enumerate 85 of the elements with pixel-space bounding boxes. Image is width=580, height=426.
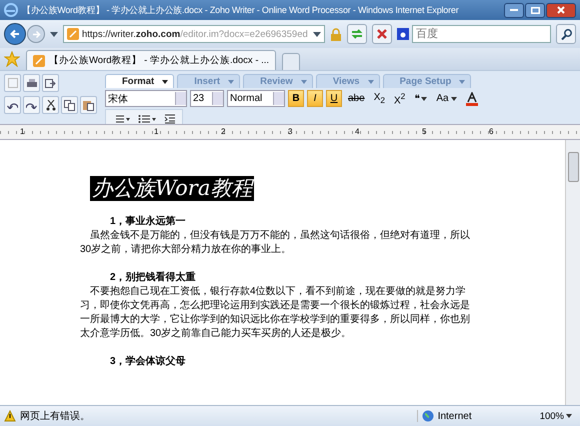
document-heading: 办公族Wora教程 (90, 176, 254, 201)
back-button[interactable] (4, 23, 26, 45)
forward-arrow-icon (32, 30, 40, 38)
export-icon (45, 78, 56, 88)
minimize-button[interactable] (504, 2, 524, 18)
export-button[interactable] (42, 74, 59, 92)
tab-title: 【办公族Word教程】 - 学办公就上办公族.docx - ... (49, 54, 270, 67)
copy-icon (64, 100, 75, 110)
paragraph: 虽然金钱不是万能的，但没有钱是万万不能的，虽然这句话很俗，但绝对有道理，所以30岁之前，请把你大部分精力放在你的事业上。 (80, 229, 471, 257)
font-family-select[interactable]: 宋体 (105, 90, 187, 107)
ruler-number: 1 (154, 127, 160, 137)
maximize-button[interactable] (525, 2, 545, 18)
caret-icon[interactable] (313, 32, 321, 36)
bulleted-list-icon (138, 114, 156, 124)
caret-icon (162, 80, 168, 84)
clipboard-icon (83, 100, 94, 110)
menu-button[interactable]: Aa (433, 90, 460, 107)
caret-icon (368, 80, 374, 84)
paragraph-style-select[interactable]: Normal (227, 90, 285, 107)
caret-icon (228, 80, 234, 84)
ribbon-tab[interactable]: Format (105, 74, 174, 88)
section-heading: 2，别把钱看得太重 (109, 271, 197, 284)
vertical-scrollbar[interactable] (565, 140, 580, 405)
caret-icon (421, 96, 428, 100)
underline-button[interactable]: U (326, 90, 342, 107)
caret-icon[interactable] (50, 32, 58, 36)
browser-tab[interactable]: 【办公族Word教程】 - 学办公就上办公族.docx - ... (26, 50, 276, 70)
ruler-number: 3 (288, 127, 294, 137)
search-icon (560, 28, 572, 40)
ruler-number: 1 (20, 127, 26, 137)
warning-icon (4, 410, 16, 422)
section-heading: 1，事业永远第一 (109, 215, 187, 228)
redo-icon (26, 101, 37, 109)
globe-icon (422, 410, 434, 422)
maximize-icon (530, 6, 540, 14)
paragraph: 不要抱怨自己现在工资低，银行存款4位数以下，看不到前途，现在要做的就是努力学习，即使你文凭再高，怎么把理论运用到实践还是需要一个很长的锻炼过程，社会永远是一所最博大的大学，它让你学到的知识远比你在学校学到的重要得多，所以同样，你也别太介意学历低。30岁之前靠自己能力买车买房的人还是极少。 (80, 285, 471, 341)
redo-button[interactable] (23, 96, 40, 114)
print-button[interactable] (23, 74, 40, 92)
font-size-select[interactable]: 23 (190, 90, 224, 107)
refresh-arrows-icon (351, 29, 363, 39)
status-message: 网页上有错误。 (20, 410, 91, 423)
italic-button[interactable]: I (307, 90, 323, 107)
paw-icon (397, 28, 409, 40)
search-field[interactable]: 百度 (412, 25, 551, 43)
ruler-number: 5 (422, 127, 428, 137)
url-text: https://writer.zoho.com/editor.im?docx=e2e696359ed (82, 28, 309, 40)
cut-button[interactable] (42, 96, 59, 114)
caret-icon (566, 414, 572, 418)
caret-icon (459, 80, 466, 84)
favorites-star-icon[interactable] (4, 51, 20, 67)
strike-button[interactable]: abe (345, 90, 368, 107)
refresh-button[interactable] (347, 24, 367, 44)
section-heading: 3，学会体谅父母 (109, 355, 187, 368)
ruler-number: 6 (489, 127, 494, 137)
window-title: 【办公族Word教程】 - 学办公就上办公族.docx - Zoho Writer - Online Word Processor - Windows Internet Explorer (22, 4, 460, 16)
stop-icon (377, 29, 387, 39)
copy-button[interactable] (61, 96, 78, 114)
bold-button[interactable]: B (288, 90, 304, 107)
caret-icon (300, 80, 307, 84)
page-icon (67, 28, 79, 40)
minimize-icon (510, 9, 518, 11)
search-button[interactable] (556, 24, 576, 44)
caret-icon (450, 96, 457, 100)
zoom-button[interactable]: 100% (536, 410, 576, 422)
paste-button[interactable] (80, 96, 97, 114)
printer-icon (26, 78, 36, 88)
stop-button[interactable] (372, 24, 392, 44)
ruler-number: 4 (355, 127, 360, 137)
close-button[interactable] (546, 2, 576, 18)
scissors-icon (46, 100, 56, 110)
menu-button[interactable]: ❝ (411, 90, 430, 107)
indent-icon (164, 114, 176, 124)
plain-button[interactable]: X$^{2}$ (391, 90, 408, 107)
plain-button[interactable]: X$_{2}$ (370, 90, 388, 107)
letter-a-color-icon (466, 92, 478, 106)
address-field[interactable]: https://writer.zoho.com/editor.im?docx=e2e696359ed (63, 25, 325, 43)
undo-button[interactable] (4, 96, 21, 114)
ruler-number: 2 (221, 127, 226, 137)
back-arrow-icon (10, 29, 20, 39)
undo-icon (7, 101, 18, 109)
browser-logo-icon (4, 3, 18, 17)
lock-icon (330, 28, 342, 40)
zone-label: Internet (438, 410, 472, 422)
page-icon (33, 54, 45, 66)
close-icon (557, 6, 565, 14)
